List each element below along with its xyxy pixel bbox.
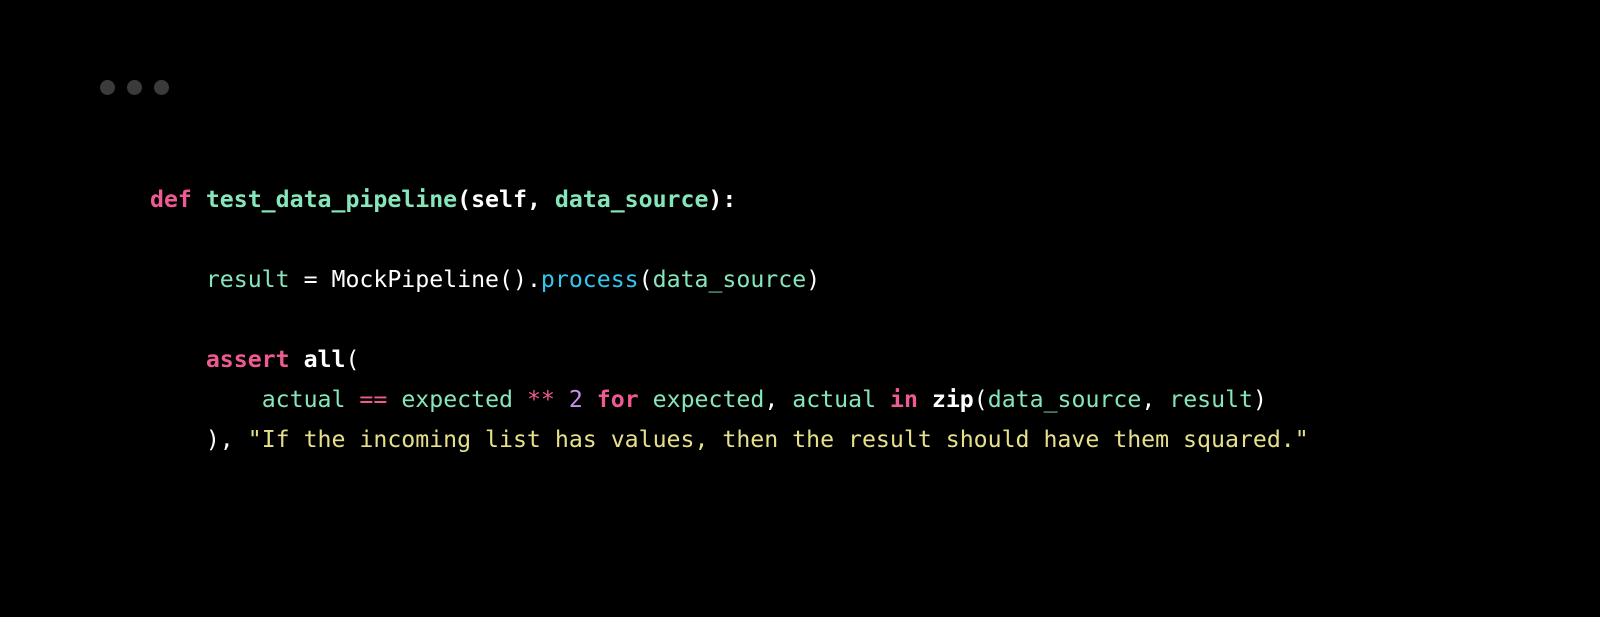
space bbox=[876, 386, 890, 413]
code-editor[interactable]: def test_data_pipeline(self, data_source… bbox=[150, 180, 1540, 460]
code-line: ), "If the incoming list has values, the… bbox=[150, 426, 1309, 453]
builtin-zip: zip bbox=[932, 386, 974, 413]
code-line: def test_data_pipeline(self, data_source… bbox=[150, 186, 736, 213]
window-zoom-dot[interactable] bbox=[154, 80, 169, 95]
space bbox=[639, 386, 653, 413]
param-data-source: data_source bbox=[555, 186, 709, 213]
method-process: process bbox=[541, 266, 639, 293]
var-actual: actual bbox=[792, 386, 876, 413]
punct-open-paren: ( bbox=[974, 386, 988, 413]
op-eqeq: == bbox=[359, 386, 387, 413]
arg-data-source: data_source bbox=[653, 266, 807, 293]
punct-open-paren: ( bbox=[457, 186, 471, 213]
op-power: ** bbox=[527, 386, 555, 413]
assertion-message-string: "If the incoming list has values, then t… bbox=[248, 426, 1309, 453]
indent bbox=[150, 386, 262, 413]
punct-open-paren: ( bbox=[345, 346, 359, 373]
code-line: result = MockPipeline().process(data_sou… bbox=[150, 266, 820, 293]
punct-comma: , bbox=[527, 186, 555, 213]
keyword-for: for bbox=[597, 386, 639, 413]
space bbox=[513, 386, 527, 413]
indent bbox=[150, 266, 206, 293]
code-blank-line bbox=[150, 226, 164, 253]
op-assign: = bbox=[290, 266, 332, 293]
class-mockpipeline: MockPipeline bbox=[332, 266, 500, 293]
var-expected: expected bbox=[401, 386, 513, 413]
punct-close-paren: ) bbox=[1253, 386, 1267, 413]
space bbox=[555, 386, 569, 413]
builtin-all: all bbox=[304, 346, 346, 373]
var-expected: expected bbox=[653, 386, 765, 413]
window-close-dot[interactable] bbox=[100, 80, 115, 95]
punct-dot: . bbox=[527, 266, 541, 293]
code-blank-line bbox=[150, 306, 164, 333]
function-name: test_data_pipeline bbox=[206, 186, 457, 213]
arg-result: result bbox=[1169, 386, 1253, 413]
punct-comma: , bbox=[764, 386, 792, 413]
var-actual: actual bbox=[262, 386, 346, 413]
arg-data-source: data_source bbox=[988, 386, 1142, 413]
indent bbox=[150, 346, 206, 373]
keyword-def: def bbox=[150, 186, 206, 213]
space bbox=[583, 386, 597, 413]
punct-call-parens: () bbox=[499, 266, 527, 293]
space bbox=[345, 386, 359, 413]
indent bbox=[150, 426, 206, 453]
literal-two: 2 bbox=[569, 386, 583, 413]
code-line: actual == expected ** 2 for expected, ac… bbox=[150, 386, 1267, 413]
window-traffic-lights bbox=[100, 80, 169, 95]
window-minimize-dot[interactable] bbox=[127, 80, 142, 95]
space bbox=[918, 386, 932, 413]
punct-comma: , bbox=[1141, 386, 1169, 413]
space bbox=[387, 386, 401, 413]
punct-open-paren: ( bbox=[639, 266, 653, 293]
punct-close-paren: ) bbox=[806, 266, 820, 293]
punct-close-paren-colon: ): bbox=[708, 186, 736, 213]
var-result: result bbox=[206, 266, 290, 293]
keyword-in: in bbox=[890, 386, 918, 413]
param-self: self bbox=[471, 186, 527, 213]
punct-close-paren-comma: ), bbox=[206, 426, 248, 453]
keyword-assert: assert bbox=[206, 346, 304, 373]
code-window: def test_data_pipeline(self, data_source… bbox=[0, 0, 1600, 617]
code-line: assert all( bbox=[150, 346, 359, 373]
